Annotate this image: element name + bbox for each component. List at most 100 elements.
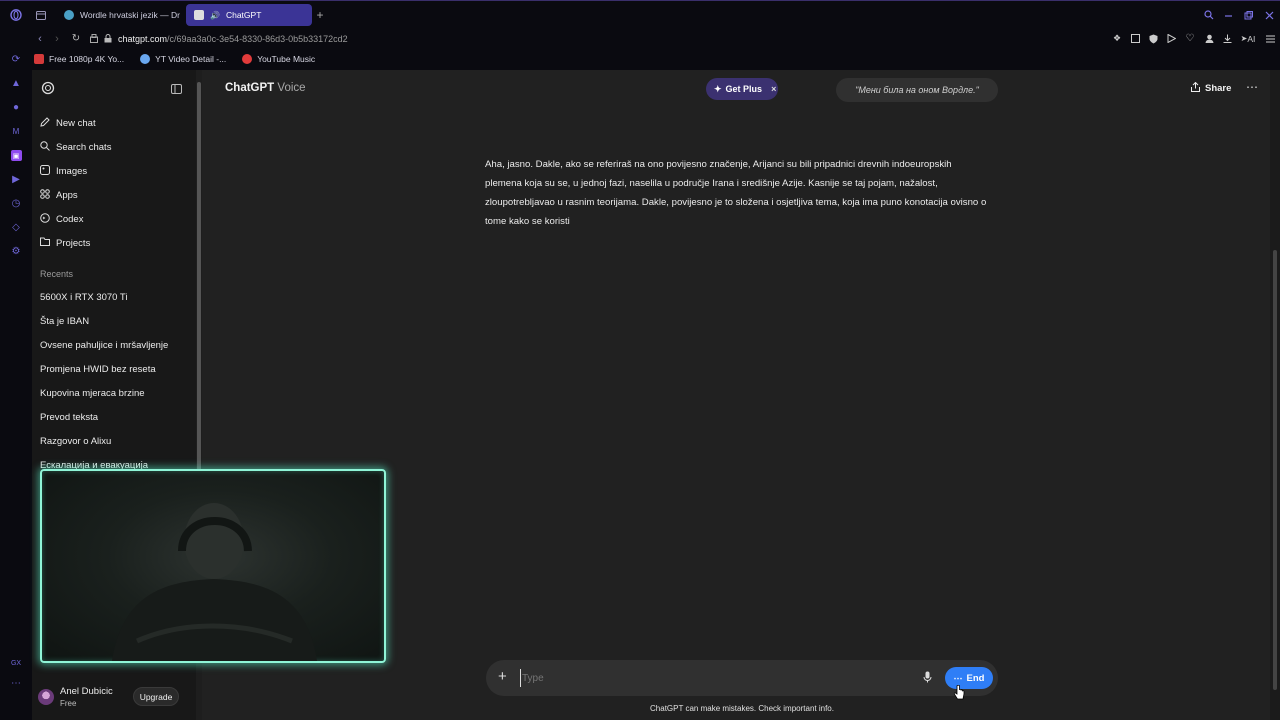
bookmark-item[interactable]: YouTube Music bbox=[242, 54, 315, 64]
clock-rail-icon[interactable]: ◷ bbox=[11, 198, 22, 209]
recent-chat-item[interactable]: Prevod teksta bbox=[40, 412, 98, 423]
upgrade-button[interactable]: Upgrade bbox=[133, 687, 179, 706]
address-bar: ‹ › ↻ chatgpt.com/c/69aa3a0c-3e54-8330-8… bbox=[0, 29, 1280, 48]
bookmark-label: YouTube Music bbox=[257, 54, 316, 64]
recent-chat-item[interactable]: Kupovina mjeraca brzine bbox=[40, 388, 145, 399]
avatar bbox=[38, 689, 54, 705]
end-label: End bbox=[966, 672, 985, 684]
new-chat-button[interactable]: New chat bbox=[40, 117, 96, 130]
nav-label: Images bbox=[56, 166, 88, 177]
twitch-rail-icon[interactable]: ▣ bbox=[10, 150, 22, 161]
recent-chat-item[interactable]: Ovsene pahuljice i mršavljenje bbox=[40, 340, 168, 351]
tab-label: Wordle hrvatski jezik — Dr bbox=[80, 10, 180, 20]
tab-overview-icon[interactable] bbox=[32, 1, 50, 30]
chatgpt-favicon-icon bbox=[194, 10, 204, 20]
more-rail-icon[interactable]: ⋯ bbox=[11, 678, 22, 689]
share-label: Share bbox=[1205, 83, 1232, 94]
openai-logo-icon[interactable] bbox=[41, 81, 55, 98]
apps-button[interactable]: Apps bbox=[40, 189, 78, 202]
blue-bookmark-icon bbox=[140, 54, 151, 64]
globe-icon bbox=[64, 10, 74, 20]
tab-wordle[interactable]: Wordle hrvatski jezik — Dr bbox=[56, 4, 182, 26]
pinboard-rail-icon[interactable]: ◇ bbox=[11, 222, 22, 233]
voice-dots-icon: ⋯ bbox=[953, 672, 963, 683]
disclaimer: ChatGPT can make mistakes. Check importa… bbox=[650, 704, 834, 713]
codex-button[interactable]: Codex bbox=[40, 213, 83, 226]
message-input[interactable] bbox=[520, 669, 900, 687]
page-info-icon[interactable] bbox=[87, 34, 101, 43]
snapshot-icon[interactable] bbox=[1126, 34, 1144, 43]
lock-icon bbox=[101, 34, 115, 43]
mail-rail-icon[interactable]: M bbox=[11, 126, 22, 137]
browser-tab-bar: Wordle hrvatski jezik — Dr 🔊 ChatGPT + bbox=[0, 0, 1280, 29]
bookmark-item[interactable]: Free 1080p 4K Yo... bbox=[34, 54, 124, 64]
minimize-icon[interactable] bbox=[1218, 1, 1238, 30]
restore-icon[interactable] bbox=[1238, 1, 1258, 30]
bookmark-label: Free 1080p 4K Yo... bbox=[49, 54, 125, 64]
forward-icon[interactable]: › bbox=[49, 33, 65, 45]
recent-chat-item[interactable]: Šta je IBAN bbox=[40, 316, 89, 327]
folder-icon bbox=[40, 237, 50, 249]
shield-icon[interactable] bbox=[1144, 34, 1162, 44]
transcript-text: "Мени била на оном Вордле." bbox=[855, 85, 979, 95]
projects-button[interactable]: Projects bbox=[40, 237, 90, 249]
nav-label: Projects bbox=[56, 237, 91, 249]
recents-heading: Recents bbox=[40, 269, 74, 279]
search-icon bbox=[40, 141, 50, 154]
apps-icon bbox=[40, 189, 50, 202]
menu-icon[interactable] bbox=[1260, 35, 1280, 43]
search-tabs-icon[interactable] bbox=[1200, 1, 1218, 30]
tab-chatgpt[interactable]: 🔊 ChatGPT bbox=[186, 4, 312, 26]
opera-logo-icon[interactable] bbox=[0, 1, 32, 30]
bookmarks-bar: Free 1080p 4K Yo... YT Video Detail -...… bbox=[0, 48, 1280, 70]
main-scrollbar[interactable] bbox=[1270, 70, 1280, 720]
recent-chat-item[interactable]: Promjena HWID bez reseta bbox=[40, 364, 156, 375]
messenger-rail-icon[interactable]: ● bbox=[11, 102, 22, 113]
toggle-sidebar-icon[interactable] bbox=[171, 83, 182, 97]
nav-label: Search chats bbox=[56, 142, 112, 153]
url-field[interactable]: chatgpt.com/c/69aa3a0c-3e54-8330-86d3-0b… bbox=[118, 34, 348, 44]
recent-chat-item[interactable]: 5600X i RTX 3070 Ti bbox=[40, 292, 128, 303]
model-title[interactable]: ChatGPT Voice bbox=[225, 82, 306, 94]
gx-rail-icon[interactable]: GX bbox=[11, 658, 22, 669]
ai-icon[interactable]: ➤ AI bbox=[1236, 34, 1260, 44]
aria-rail-icon[interactable]: ▲ bbox=[11, 78, 22, 89]
recent-chat-item[interactable]: Razgovor o Alixu bbox=[40, 436, 111, 447]
account-icon[interactable] bbox=[1200, 34, 1218, 43]
heart-icon[interactable]: ♡ bbox=[1180, 33, 1200, 44]
mouse-cursor-icon bbox=[953, 684, 965, 704]
model-mode: Voice bbox=[277, 82, 306, 94]
add-attachment-icon[interactable]: + bbox=[498, 668, 507, 685]
bookmark-label: YT Video Detail -... bbox=[155, 54, 227, 64]
url-host: chatgpt.com bbox=[118, 33, 168, 44]
close-icon[interactable]: × bbox=[771, 84, 776, 94]
download-icon[interactable] bbox=[1218, 34, 1236, 43]
microphone-icon[interactable] bbox=[923, 671, 932, 686]
tab-label: ChatGPT bbox=[225, 10, 262, 20]
new-tab-icon[interactable]: + bbox=[312, 1, 328, 30]
nav-label: Apps bbox=[56, 190, 78, 201]
pin-icon[interactable]: ❖ bbox=[1108, 33, 1126, 44]
composer: + ⋯ End bbox=[486, 660, 998, 696]
get-plus-button[interactable]: ✦ Get Plus × bbox=[706, 78, 778, 100]
back-icon[interactable]: ‹ bbox=[31, 33, 49, 45]
get-plus-label: Get Plus bbox=[725, 84, 763, 94]
settings-rail-icon[interactable]: ⚙ bbox=[11, 246, 22, 257]
sparkle-icon: ✦ bbox=[714, 83, 722, 94]
play-icon[interactable] bbox=[1162, 34, 1180, 43]
history-rail-icon[interactable]: ⟳ bbox=[11, 54, 22, 65]
ai-label: AI bbox=[1247, 33, 1256, 44]
browser-side-rail: ⟳ ▲ ● M ▣ ▶ ◷ ◇ ⚙ GX ⋯ bbox=[0, 48, 32, 720]
share-button[interactable]: Share bbox=[1191, 81, 1232, 95]
assistant-message: Aha, jasno. Dakle, ako se referiraš na o… bbox=[485, 159, 987, 227]
more-options-icon[interactable]: ⋯ bbox=[1246, 80, 1258, 94]
youtube-music-icon bbox=[242, 54, 253, 64]
reload-icon[interactable]: ↻ bbox=[65, 33, 87, 44]
player-rail-icon[interactable]: ▶ bbox=[11, 174, 22, 185]
search-chats-button[interactable]: Search chats bbox=[40, 141, 111, 154]
user-name: Anel Dubicic bbox=[60, 686, 113, 697]
url-path: /c/69aa3a0c-3e54-8330-86d3-0b5b33172cd2 bbox=[167, 33, 348, 44]
close-window-icon[interactable] bbox=[1258, 1, 1280, 30]
images-button[interactable]: Images bbox=[40, 165, 87, 178]
bookmark-item[interactable]: YT Video Detail -... bbox=[140, 54, 226, 64]
